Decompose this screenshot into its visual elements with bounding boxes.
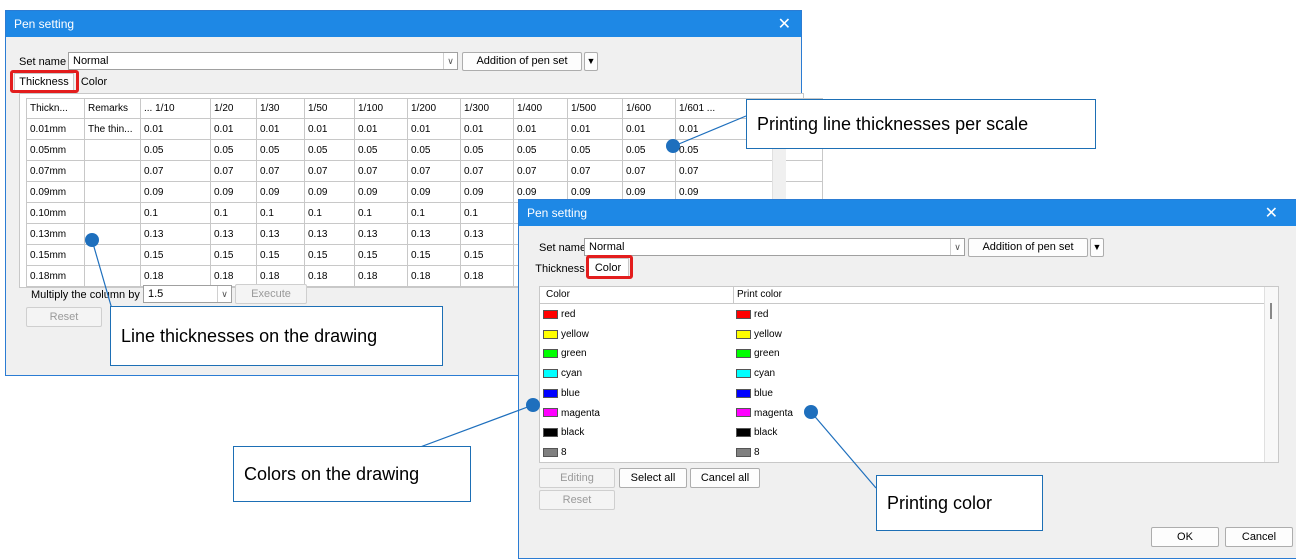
leader-printing-thickness [673,115,747,147]
callout-printing-color-text: Printing color [887,493,993,513]
callout-dot-printing-color [804,405,818,419]
callout-leader-lines [91,115,877,489]
callout-line-thickness: Line thicknesses on the drawing [110,306,443,366]
callout-printing-thickness-text: Printing line thicknesses per scale [757,114,1029,134]
callout-dot-printing-thickness [666,139,680,153]
callout-line-thickness-text: Line thicknesses on the drawing [121,326,378,346]
callout-dot-line-thickness [85,233,99,247]
callout-printing-color: Printing color [876,475,1043,531]
callout-printing-thickness: Printing line thicknesses per scale [746,99,1096,149]
callout-colors-drawing: Colors on the drawing [233,446,471,502]
leader-printing-color [810,411,877,489]
callout-dot-colors-drawing [526,398,540,412]
callout-colors-drawing-text: Colors on the drawing [244,464,420,484]
